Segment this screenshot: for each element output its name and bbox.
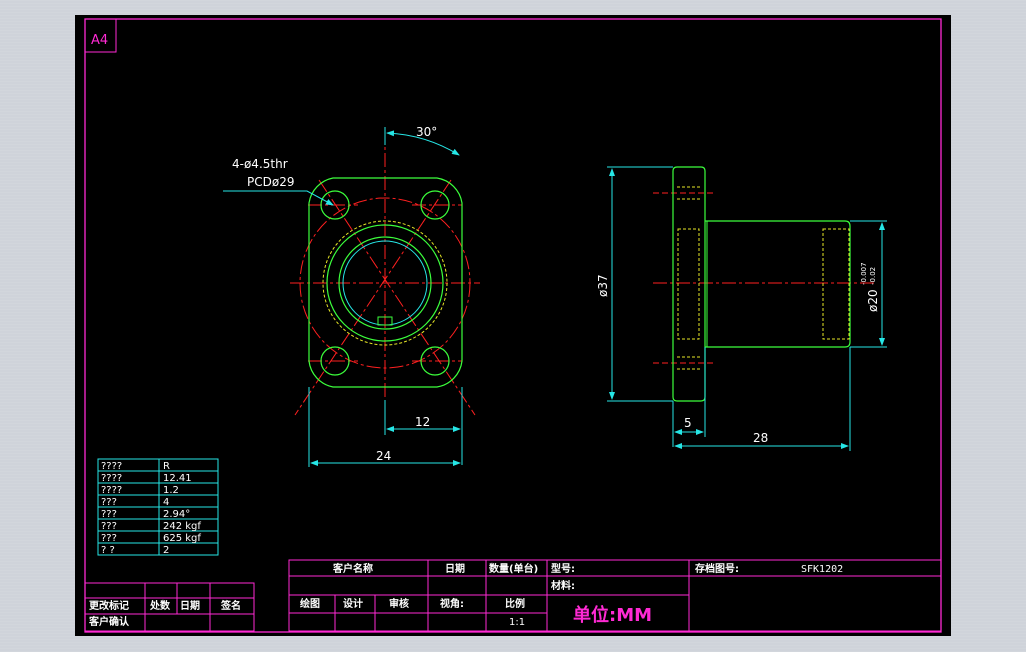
tb-drawing-no-value: SFK1202	[801, 564, 843, 575]
dim-24-text: 24	[376, 449, 391, 463]
rev-change-mark: 更改标记	[89, 599, 129, 612]
rev-date: 日期	[180, 599, 200, 612]
spec-val-2: 12.41	[163, 473, 192, 484]
spec-val-6: 242 kgf	[163, 521, 201, 532]
side-body-outline	[705, 220, 851, 348]
title-block: 客户名称 日期 数量(单台) 型号: 存档图号: SFK1202 材料: 绘图 …	[288, 559, 942, 632]
sheet-size-label: A4	[91, 33, 108, 48]
tolerance-lower: -0.02	[869, 267, 877, 285]
spec-val-1: R	[163, 461, 170, 472]
spec-key-7: ???	[101, 533, 117, 544]
hole-callout-line2: PCDø29	[247, 175, 294, 189]
angle-dimension-text: 30°	[416, 125, 437, 139]
spec-table: ???? R ???? 12.41 ???? 1.2 ??? 4 ??? 2.9…	[97, 458, 219, 556]
spec-key-5: ???	[101, 509, 117, 520]
spec-val-5: 2.94°	[163, 509, 190, 520]
dim-thickness-text: 5	[684, 416, 692, 430]
rev-signature: 签名	[220, 599, 241, 612]
tb-scale-value: 1:1	[509, 617, 525, 628]
tb-review: 审核	[389, 597, 409, 610]
rev-customer-confirm: 客户确认	[88, 615, 130, 628]
spec-val-8: 2	[163, 545, 169, 556]
tb-customer-name: 客户名称	[332, 562, 373, 575]
tb-storage-no: 存档图号:	[695, 562, 739, 575]
drawing-sheet: A4 4-ø4.5thr PCDø29 30° 12 24 ø37 ø20 -0…	[75, 15, 951, 636]
spec-key-1: ????	[101, 461, 122, 472]
spec-val-3: 1.2	[163, 485, 179, 496]
tb-date: 日期	[445, 562, 465, 575]
tb-model: 型号:	[551, 562, 575, 575]
revision-block: 更改标记 处数 日期 签名 客户确认	[84, 582, 255, 632]
tb-drawn: 绘图	[300, 597, 320, 610]
hole-callout-leader	[223, 190, 334, 206]
side-hole-center-lines	[653, 192, 715, 364]
dim-12-text: 12	[415, 415, 430, 429]
spec-key-4: ???	[101, 497, 117, 508]
tb-scale: 比例	[505, 597, 525, 610]
spec-val-7: 625 kgf	[163, 533, 201, 544]
spec-key-6: ???	[101, 521, 117, 532]
spec-val-4: 4	[163, 497, 169, 508]
dim-flange-dia-text: ø37	[596, 274, 610, 297]
rev-location: 处数	[149, 599, 171, 612]
dim-length-text: 28	[753, 431, 768, 445]
front-view: 4-ø4.5thr PCDø29 30° 12 24	[223, 125, 480, 467]
tb-view-angle: 视角:	[440, 597, 464, 610]
side-view: ø37 ø20 -0.007 -0.02 5 28	[596, 166, 887, 451]
tb-material: 材料:	[551, 579, 575, 592]
hole-callout-line1: 4-ø4.5thr	[232, 157, 288, 171]
spec-key-3: ????	[101, 485, 122, 496]
dim-body-dia-text: ø20	[866, 289, 880, 312]
tb-unit: 单位:MM	[573, 604, 652, 626]
tb-quantity: 数量(单台)	[489, 562, 538, 575]
tb-design: 设计	[343, 597, 363, 610]
side-hidden-lines	[677, 186, 850, 370]
spec-key-8: ? ?	[101, 545, 115, 556]
drawing-canvas: A4 4-ø4.5thr PCDø29 30° 12 24 ø37 ø20 -0…	[84, 18, 942, 633]
tolerance-upper: -0.007	[860, 262, 868, 285]
border-frame	[84, 18, 942, 633]
spec-key-2: ????	[101, 473, 122, 484]
